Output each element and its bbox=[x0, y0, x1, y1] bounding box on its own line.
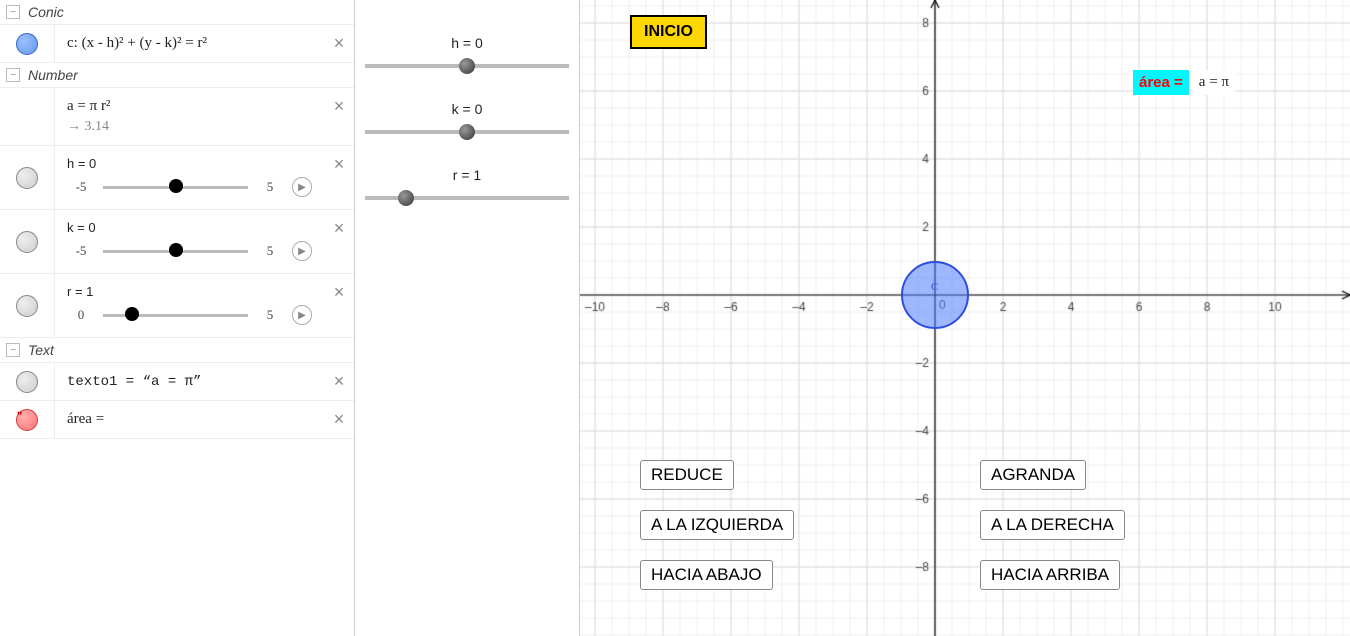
slider-h[interactable] bbox=[103, 179, 248, 195]
area-label: área = bbox=[1133, 70, 1189, 95]
slider-r[interactable] bbox=[103, 307, 248, 323]
texto1-def: texto1 = “a = π” bbox=[67, 374, 201, 390]
r-min: 0 bbox=[67, 307, 95, 323]
mid-k-label: k = 0 bbox=[365, 101, 569, 117]
reduce-button[interactable]: REDUCE bbox=[640, 460, 734, 490]
close-icon[interactable]: × bbox=[324, 401, 354, 438]
a-formula: a = π r² bbox=[67, 98, 312, 115]
close-icon[interactable]: × bbox=[324, 363, 354, 400]
h-max: 5 bbox=[256, 179, 284, 195]
h-min: -5 bbox=[67, 179, 95, 195]
section-label-number: Number bbox=[28, 67, 78, 83]
up-button[interactable]: HACIA ARRIBA bbox=[980, 560, 1120, 590]
grid-canvas bbox=[580, 0, 1350, 636]
right-button[interactable]: A LA DERECHA bbox=[980, 510, 1125, 540]
close-icon[interactable]: × bbox=[324, 146, 354, 209]
area-readout: área = a = π bbox=[1133, 70, 1235, 95]
left-button[interactable]: A LA IZQUIERDA bbox=[640, 510, 794, 540]
conic-formula: c: (x - h)² + (y - k)² = r² bbox=[55, 25, 324, 62]
slider-h-label: h = 0 bbox=[67, 150, 312, 173]
section-text[interactable]: − Text bbox=[0, 338, 354, 363]
circle-c[interactable] bbox=[901, 261, 969, 329]
algebra-panel: − Conic c: (x - h)² + (y - k)² = r² × − … bbox=[0, 0, 355, 636]
row-r[interactable]: r = 1 0 5 ▶ × bbox=[0, 274, 354, 338]
mid-h-label: h = 0 bbox=[365, 35, 569, 51]
row-area-text[interactable]: ❞ área = × bbox=[0, 401, 354, 439]
area-text-def: área = bbox=[67, 411, 104, 427]
area-value: a = π bbox=[1193, 70, 1235, 95]
marker-point-icon[interactable] bbox=[16, 295, 38, 317]
marker-quote-icon[interactable]: ❞ bbox=[16, 409, 38, 431]
close-icon[interactable]: × bbox=[324, 25, 354, 62]
mid-slider-r[interactable]: r = 1 bbox=[365, 167, 569, 207]
play-icon[interactable]: ▶ bbox=[292, 177, 312, 197]
marker-point-icon[interactable] bbox=[16, 371, 38, 393]
marker-circle-icon[interactable] bbox=[16, 33, 38, 55]
collapse-icon[interactable]: − bbox=[6, 68, 20, 82]
row-conic[interactable]: c: (x - h)² + (y - k)² = r² × bbox=[0, 25, 354, 63]
section-number[interactable]: − Number bbox=[0, 63, 354, 88]
mid-slider-h[interactable]: h = 0 bbox=[365, 35, 569, 75]
play-icon[interactable]: ▶ bbox=[292, 241, 312, 261]
marker-point-icon[interactable] bbox=[16, 167, 38, 189]
sliders-panel: h = 0 k = 0 r = 1 bbox=[355, 0, 580, 636]
slider-k[interactable] bbox=[103, 243, 248, 259]
k-min: -5 bbox=[67, 243, 95, 259]
collapse-icon[interactable]: − bbox=[6, 5, 20, 19]
slider-k-label: k = 0 bbox=[67, 214, 312, 237]
mid-slider-k[interactable]: k = 0 bbox=[365, 101, 569, 141]
row-h[interactable]: h = 0 -5 5 ▶ × bbox=[0, 146, 354, 210]
close-icon[interactable]: × bbox=[324, 88, 354, 145]
marker-point-icon[interactable] bbox=[16, 231, 38, 253]
down-button[interactable]: HACIA ABAJO bbox=[640, 560, 773, 590]
slider-r-label: r = 1 bbox=[67, 278, 312, 301]
mid-r-label: r = 1 bbox=[365, 167, 569, 183]
circle-c-label: C bbox=[931, 281, 938, 293]
row-texto1[interactable]: texto1 = “a = π” × bbox=[0, 363, 354, 401]
section-conic[interactable]: − Conic bbox=[0, 0, 354, 25]
inicio-button[interactable]: INICIO bbox=[630, 15, 707, 49]
graphics-view[interactable]: INICIO área = a = π C REDUCE A LA IZQUIE… bbox=[580, 0, 1350, 636]
row-a[interactable]: a = π r² → 3.14 × bbox=[0, 88, 354, 146]
close-icon[interactable]: × bbox=[324, 274, 354, 337]
section-label-text: Text bbox=[28, 342, 54, 358]
close-icon[interactable]: × bbox=[324, 210, 354, 273]
r-max: 5 bbox=[256, 307, 284, 323]
a-value: → 3.14 bbox=[67, 115, 312, 135]
play-icon[interactable]: ▶ bbox=[292, 305, 312, 325]
enlarge-button[interactable]: AGRANDA bbox=[980, 460, 1086, 490]
row-k[interactable]: k = 0 -5 5 ▶ × bbox=[0, 210, 354, 274]
section-label-conic: Conic bbox=[28, 4, 64, 20]
k-max: 5 bbox=[256, 243, 284, 259]
collapse-icon[interactable]: − bbox=[6, 343, 20, 357]
